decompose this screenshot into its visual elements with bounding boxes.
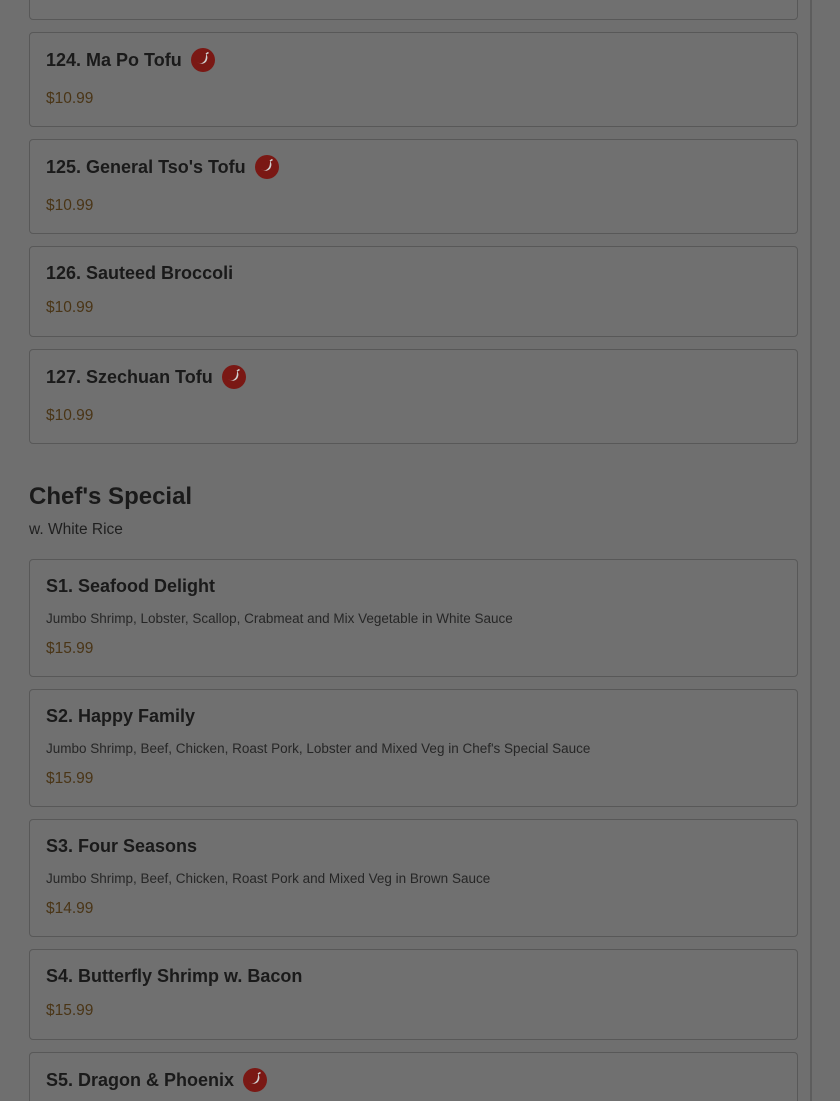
item-name: S2. Happy Family [46,706,196,726]
item-title: 127. Szechuan Tofu [46,365,246,389]
page-scrollbar[interactable] [810,0,812,1101]
item-price: $15.99 [46,770,94,787]
item-title: 124. Ma Po Tofu [46,48,215,72]
item-name: 126. Sauteed Broccoli [46,263,234,283]
item-name: 127. Szechuan Tofu [46,366,213,387]
menu-item-card[interactable]: 126. Sauteed Broccoli $10.99 [29,246,798,337]
menu-item-card[interactable]: S4. Butterfly Shrimp w. Bacon $15.99 [29,949,798,1040]
menu-item-card[interactable]: 127. Szechuan Tofu $10.99 [29,349,798,444]
item-description: Jumbo Shrimp, Beef, Chicken, Roast Pork,… [46,741,591,756]
menu-item-card-partial[interactable] [29,0,798,20]
menu-item-card[interactable]: 124. Ma Po Tofu $10.99 [29,32,798,127]
item-name: S5. Dragon & Phoenix [46,1069,235,1090]
item-price: $10.99 [46,299,94,316]
section-title: Chef's Special [29,483,193,510]
chili-pepper-icon [221,365,246,389]
item-name: S3. Four Seasons [46,836,198,856]
item-title: S2. Happy Family [46,706,195,727]
menu-item-card[interactable]: S3. Four Seasons Jumbo Shrimp, Beef, Chi… [29,819,798,937]
item-name: S4. Butterfly Shrimp w. Bacon [46,966,303,986]
item-price: $10.99 [46,197,94,214]
chili-pepper-icon [243,1068,268,1092]
chili-pepper-icon [254,155,279,179]
item-title: 125. General Tso's Tofu [46,155,279,179]
item-title: S1. Seafood Delight [46,576,215,597]
item-name: S1. Seafood Delight [46,576,216,596]
item-price: $14.99 [46,900,94,917]
menu-item-card[interactable]: 125. General Tso's Tofu $10.99 [29,139,798,234]
item-description: Jumbo Shrimp, Lobster, Scallop, Crabmeat… [46,611,513,626]
item-title: S4. Butterfly Shrimp w. Bacon [46,966,302,987]
item-description: Jumbo Shrimp, Beef, Chicken, Roast Pork … [46,871,491,886]
menu-item-card[interactable]: S2. Happy Family Jumbo Shrimp, Beef, Chi… [29,689,798,807]
section-subtitle: w. White Rice [29,521,123,538]
item-price: $15.99 [46,1002,94,1019]
item-price: $10.99 [46,407,94,424]
item-title: 126. Sauteed Broccoli [46,263,233,284]
item-price: $10.99 [46,90,94,107]
item-price: $15.99 [46,640,94,657]
item-title: S3. Four Seasons [46,836,197,857]
item-name: 124. Ma Po Tofu [46,49,182,70]
menu-item-card[interactable]: S1. Seafood Delight Jumbo Shrimp, Lobste… [29,559,798,677]
item-title: S5. Dragon & Phoenix [46,1068,268,1092]
item-name: 125. General Tso's Tofu [46,156,246,177]
menu-item-card[interactable]: S5. Dragon & Phoenix [29,1052,798,1101]
chili-pepper-icon [190,48,215,72]
